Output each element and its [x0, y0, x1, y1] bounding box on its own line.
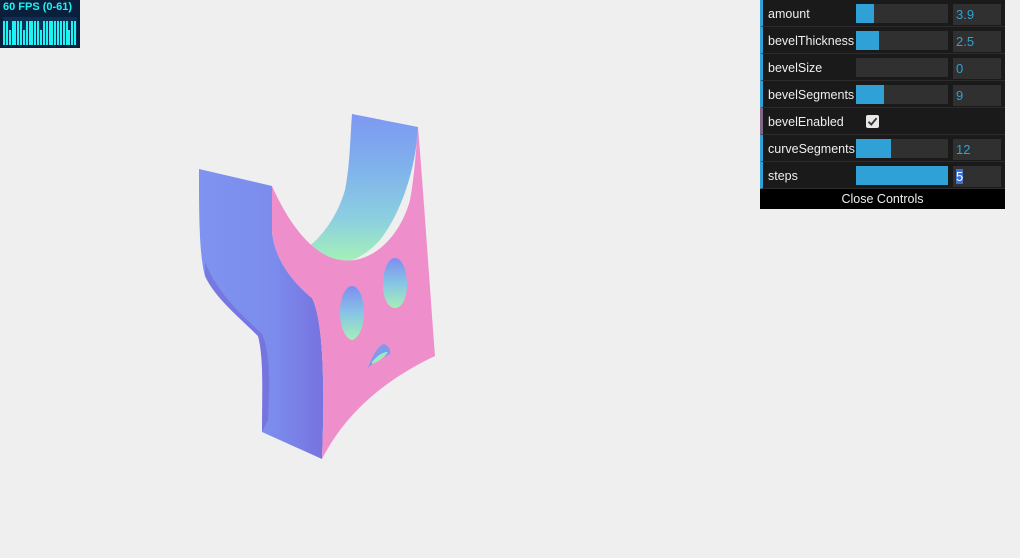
fps-bar: [71, 21, 73, 45]
fps-bar: [20, 21, 22, 45]
curveSegments-slider[interactable]: [856, 139, 948, 158]
input-value: 2.5: [956, 34, 975, 49]
fps-bar: [34, 21, 36, 45]
fps-bar: [6, 21, 8, 45]
control-row-curveSegments: curveSegments 12: [760, 135, 1005, 162]
fps-bar: [31, 21, 33, 45]
slider-fill: [856, 31, 879, 50]
control-label: steps: [768, 169, 798, 183]
bevelSize-slider[interactable]: [856, 58, 948, 77]
slider-fill: [856, 4, 874, 23]
input-value: 12: [956, 142, 971, 157]
fps-bar: [68, 30, 70, 45]
control-label: amount: [768, 7, 810, 21]
bevelSegments-input[interactable]: 9: [953, 85, 1001, 106]
bevelSize-input[interactable]: 0: [953, 58, 1001, 79]
control-label: bevelEnabled: [768, 115, 844, 129]
fps-bar: [63, 21, 65, 45]
close-controls-button[interactable]: Close Controls: [760, 189, 1005, 209]
fps-bar: [37, 21, 39, 45]
control-label: bevelSize: [768, 61, 823, 75]
control-row-bevelSegments: bevelSegments 9: [760, 81, 1005, 108]
fps-bar: [51, 21, 53, 45]
slider-fill: [856, 85, 884, 104]
fps-bar: [54, 21, 56, 45]
fps-bar: [17, 21, 19, 45]
fps-bar: [74, 21, 76, 45]
curveSegments-input[interactable]: 12: [953, 139, 1001, 160]
fps-bar: [3, 21, 5, 45]
control-label: curveSegments: [768, 142, 855, 156]
fps-bar: [14, 21, 16, 45]
amount-input[interactable]: 3.9: [953, 4, 1001, 25]
fps-bar: [60, 21, 62, 45]
bevelThickness-slider[interactable]: [856, 31, 948, 50]
fps-stats-panel[interactable]: 60 FPS (0-61): [0, 0, 80, 48]
fps-readout: 60 FPS (0-61): [3, 1, 73, 13]
control-row-steps: steps 5: [760, 162, 1005, 189]
control-row-bevelThickness: bevelThickness 2.5: [760, 27, 1005, 54]
fps-bar: [40, 30, 42, 45]
input-value: 3.9: [956, 7, 975, 22]
fps-bar: [23, 30, 25, 45]
controls-panel: amount 3.9 bevelThickness 2.5 bevelSize 0 beve…: [760, 0, 1005, 209]
input-value: 5: [956, 169, 964, 184]
checkmark-icon: [867, 117, 878, 126]
controls-list: amount 3.9 bevelThickness 2.5 bevelSize 0 beve…: [760, 0, 1005, 189]
fps-graph: [3, 17, 77, 45]
fps-bar: [43, 21, 45, 45]
control-label: bevelThickness: [768, 34, 855, 48]
fps-bar: [57, 21, 59, 45]
control-row-bevelEnabled: bevelEnabled: [760, 108, 1005, 135]
input-value: 0: [956, 61, 964, 76]
amount-slider[interactable]: [856, 4, 948, 23]
slider-fill: [856, 166, 948, 185]
steps-input[interactable]: 5: [953, 166, 1001, 187]
bevelEnabled-checkbox[interactable]: [866, 115, 879, 128]
control-row-bevelSize: bevelSize 0: [760, 54, 1005, 81]
hole-right-inner: [383, 258, 407, 308]
fps-bar: [26, 21, 28, 45]
slider-fill: [856, 139, 891, 158]
control-label: bevelSegments: [768, 88, 855, 102]
fps-bar: [46, 21, 48, 45]
bevelThickness-input[interactable]: 2.5: [953, 31, 1001, 52]
left-side-face: [199, 169, 324, 459]
fps-bar: [9, 30, 11, 45]
control-row-amount: amount 3.9: [760, 0, 1005, 27]
steps-slider[interactable]: [856, 166, 948, 185]
bevelSegments-slider[interactable]: [856, 85, 948, 104]
input-value: 9: [956, 88, 964, 103]
